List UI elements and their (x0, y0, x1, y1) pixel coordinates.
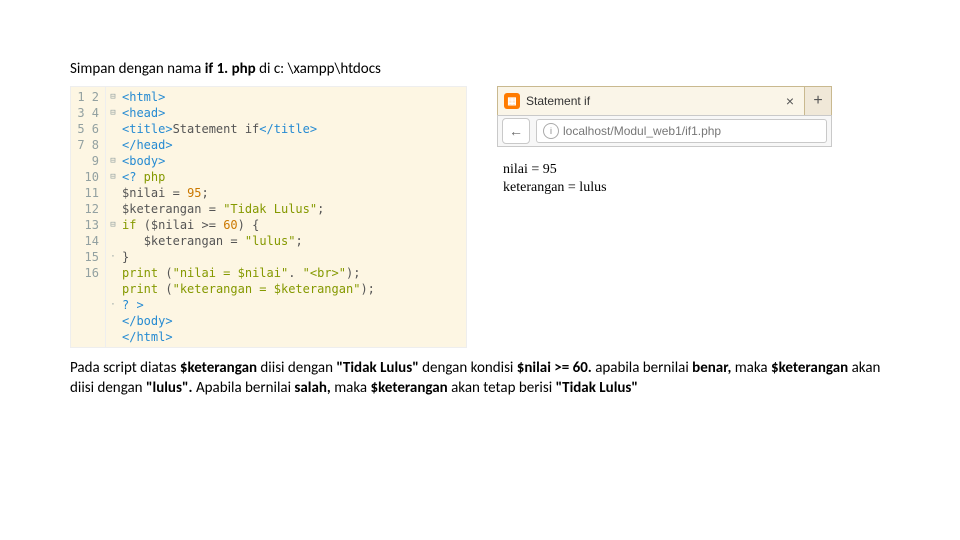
output-line-1: nilai = 95 (503, 161, 826, 179)
new-tab-button[interactable]: + (805, 92, 831, 110)
site-info-icon[interactable]: i (543, 123, 559, 139)
back-button[interactable]: ← (502, 118, 530, 144)
code-content: <html> <head> <title>Statement if</title… (120, 87, 381, 347)
instruction-pre: Simpan dengan nama (70, 60, 205, 78)
browser-window: ▦ Statement if × + ← i localhost/Modul_w… (497, 86, 832, 197)
output-line-2: keterangan = lulus (503, 179, 826, 197)
code-editor: 1 2 3 4 5 6 7 8 9 10 11 12 13 14 15 16 ⊟… (70, 86, 467, 348)
fold-column: ⊟ ⊟ ⊟ ⊟ ⊟ · · (106, 87, 120, 347)
close-icon[interactable]: × (784, 93, 796, 109)
browser-toolbar: ← i localhost/Modul_web1/if1.php (497, 115, 832, 147)
tab-title: Statement if (526, 94, 590, 108)
url-text: localhost/Modul_web1/if1.php (563, 124, 721, 138)
favicon-icon: ▦ (504, 93, 520, 109)
page-output: nilai = 95 keterangan = lulus (497, 147, 832, 197)
explanation-paragraph: Pada script diatas $keterangan diisi den… (70, 358, 890, 398)
instruction-post: di c: \xampp\htdocs (256, 60, 381, 78)
tab-strip: ▦ Statement if × + (497, 86, 832, 115)
line-number-gutter: 1 2 3 4 5 6 7 8 9 10 11 12 13 14 15 16 (71, 87, 106, 347)
browser-tab[interactable]: ▦ Statement if × (498, 87, 805, 115)
instruction-filename: if 1. php (205, 60, 256, 78)
url-bar[interactable]: i localhost/Modul_web1/if1.php (536, 119, 827, 143)
instruction-line: Simpan dengan nama if 1. php di c: \xamp… (70, 60, 890, 78)
